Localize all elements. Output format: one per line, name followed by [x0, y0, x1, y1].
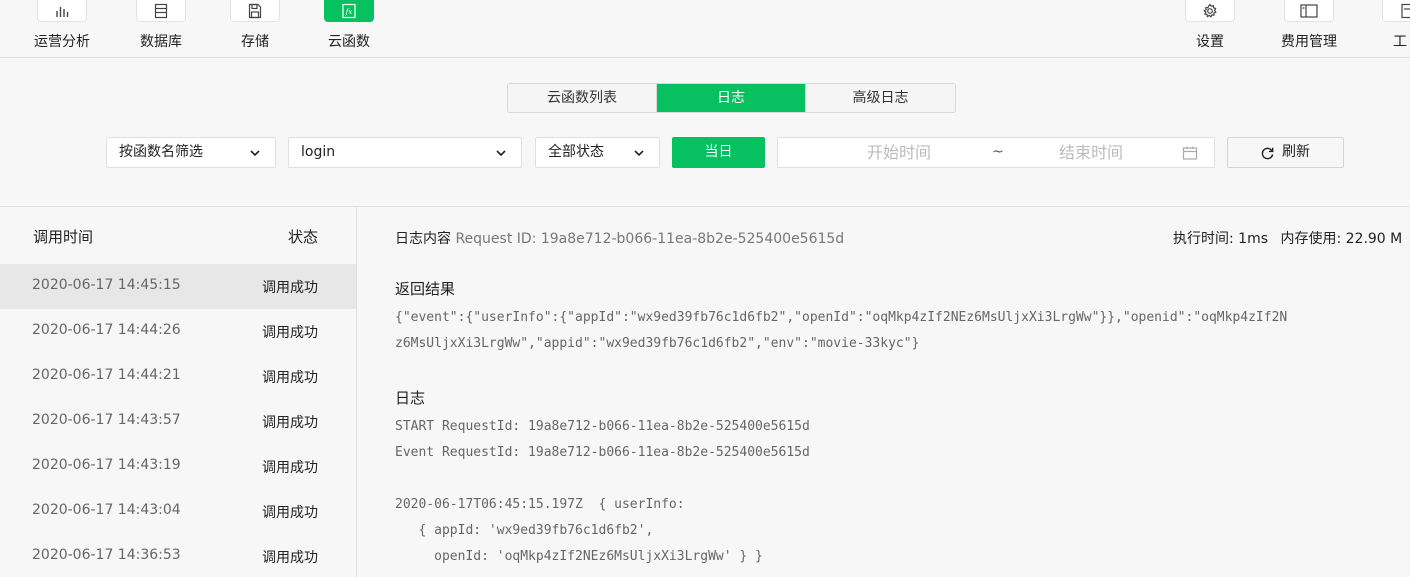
- end-time-input[interactable]: 结束时间: [1059, 138, 1123, 167]
- log-line: START RequestId: 19a8e712-b066-11ea-8b2e…: [395, 419, 810, 434]
- invocation-time: 2020-06-17 14:43:19: [32, 457, 181, 473]
- start-time-input[interactable]: 开始时间: [867, 138, 931, 167]
- invocation-time: 2020-06-17 14:43:04: [32, 502, 181, 518]
- range-separator: ~: [992, 144, 1004, 160]
- list-item[interactable]: 2020-06-17 14:43:19 调用成功: [0, 444, 356, 489]
- log-line: 2020-06-17T06:45:15.197Z { userInfo:: [395, 497, 685, 512]
- list-item[interactable]: 2020-06-17 14:44:26 调用成功: [0, 309, 356, 354]
- toolbar-cloud-function-label: 云函数: [328, 34, 370, 50]
- invocation-status: 调用成功: [262, 460, 318, 476]
- exec-stats: 执行时间: 1ms 内存使用: 22.90 M: [1173, 228, 1402, 248]
- svg-text:fx: fx: [345, 8, 353, 16]
- list-item[interactable]: 2020-06-17 14:45:15 调用成功: [0, 264, 356, 309]
- list-item[interactable]: 2020-06-17 14:36:53 调用成功: [0, 534, 356, 577]
- function-name-value: login: [301, 144, 336, 160]
- function-icon: fx: [324, 0, 374, 22]
- gear-icon: [1185, 0, 1235, 22]
- exec-time: 执行时间: 1ms: [1173, 231, 1269, 247]
- chevron-down-icon: [634, 150, 644, 157]
- log-content-header: 日志内容 Request ID: 19a8e712-b066-11ea-8b2e…: [395, 228, 844, 248]
- refresh-label: 刷新: [1282, 144, 1310, 160]
- filter-mode-value: 按函数名筛选: [119, 144, 203, 160]
- toolbar-settings-label: 设置: [1196, 34, 1224, 50]
- result-line: {"event":{"userInfo":{"appId":"wx9ed39fb…: [395, 310, 1288, 325]
- request-id: Request ID: 19a8e712-b066-11ea-8b2e-5254…: [455, 231, 845, 247]
- log-content-label: 日志内容: [395, 231, 451, 247]
- tab-logs[interactable]: 日志: [657, 84, 806, 112]
- invocation-time: 2020-06-17 14:36:53: [32, 547, 181, 563]
- log-line: openId: 'oqMkp4zIf2NEz6MsUljxXi3LrgWw' }…: [395, 549, 763, 564]
- list-item[interactable]: 2020-06-17 14:44:21 调用成功: [0, 354, 356, 399]
- log-detail-panel: 日志内容 Request ID: 19a8e712-b066-11ea-8b2e…: [358, 207, 1410, 577]
- list-item[interactable]: 2020-06-17 14:43:04 调用成功: [0, 489, 356, 534]
- log-tabs: 云函数列表 日志 高级日志: [507, 83, 956, 113]
- chevron-down-icon: [496, 150, 506, 157]
- toolbar-database-button[interactable]: 数据库: [126, 0, 196, 58]
- refresh-button[interactable]: 刷新: [1227, 137, 1344, 168]
- toolbar-cloud-function-button[interactable]: fx 云函数: [314, 0, 384, 58]
- status-value: 全部状态: [548, 144, 604, 160]
- list-item[interactable]: 2020-06-17 14:43:57 调用成功: [0, 399, 356, 444]
- refresh-icon: [1261, 147, 1274, 160]
- toolbar-billing-label: 费用管理: [1281, 34, 1337, 50]
- invocation-time: 2020-06-17 14:45:15: [32, 277, 181, 293]
- invocation-status: 调用成功: [262, 415, 318, 431]
- toolbar-billing-button[interactable]: 费用管理: [1274, 0, 1344, 58]
- chevron-down-icon: [250, 150, 260, 157]
- today-button[interactable]: 当日: [672, 137, 765, 168]
- result-section-title: 返回结果: [395, 280, 456, 298]
- invocation-status: 调用成功: [262, 370, 318, 386]
- column-header-time: 调用时间: [33, 228, 94, 246]
- memory-usage: 内存使用: 22.90 M: [1280, 231, 1403, 247]
- log-line: { appId: 'wx9ed39fb76c1d6fb2',: [395, 523, 654, 538]
- invocation-list: 调用时间 状态 2020-06-17 14:45:15 调用成功 2020-06…: [0, 207, 357, 577]
- invocation-status: 调用成功: [262, 325, 318, 341]
- invocation-status: 调用成功: [262, 550, 318, 566]
- storage-icon: [230, 0, 280, 22]
- invocation-list-header: 调用时间 状态: [0, 207, 356, 264]
- toolbar-tools-button[interactable]: 工: [1372, 0, 1410, 58]
- result-line: z6MsUljxXi3LrgWw","appid":"wx9ed39fb76c1…: [395, 336, 920, 351]
- filter-mode-select[interactable]: 按函数名筛选: [106, 137, 276, 168]
- toolbar-analytics-button[interactable]: 运营分析: [27, 0, 97, 58]
- invocation-status: 调用成功: [262, 280, 318, 296]
- toolbar-settings-button[interactable]: 设置: [1175, 0, 1245, 58]
- tool-icon: [1382, 0, 1410, 22]
- log-line: Event RequestId: 19a8e712-b066-11ea-8b2e…: [395, 445, 810, 460]
- bar-chart-icon: [37, 0, 87, 22]
- invocation-time: 2020-06-17 14:44:21: [32, 367, 181, 383]
- tab-advanced-logs[interactable]: 高级日志: [806, 84, 955, 112]
- toolbar-storage-button[interactable]: 存储: [220, 0, 290, 58]
- date-range-picker[interactable]: 开始时间 ~ 结束时间: [777, 137, 1215, 168]
- column-header-status: 状态: [287, 228, 318, 246]
- database-icon: [136, 0, 186, 22]
- billing-icon: [1284, 0, 1334, 22]
- toolbar-tools-label: 工: [1393, 34, 1407, 50]
- invocation-time: 2020-06-17 14:44:26: [32, 322, 181, 338]
- invocation-status: 调用成功: [262, 505, 318, 521]
- log-section-title: 日志: [395, 389, 426, 407]
- calendar-icon[interactable]: [1182, 145, 1198, 161]
- tab-function-list[interactable]: 云函数列表: [508, 84, 657, 112]
- function-name-select[interactable]: login: [288, 137, 522, 168]
- toolbar-analytics-label: 运营分析: [34, 34, 90, 50]
- top-toolbar: 运营分析 数据库 存储 fx 云函数 设置 费用管理 工: [0, 0, 1410, 58]
- status-select[interactable]: 全部状态: [535, 137, 660, 168]
- invocation-time: 2020-06-17 14:43:57: [32, 412, 181, 428]
